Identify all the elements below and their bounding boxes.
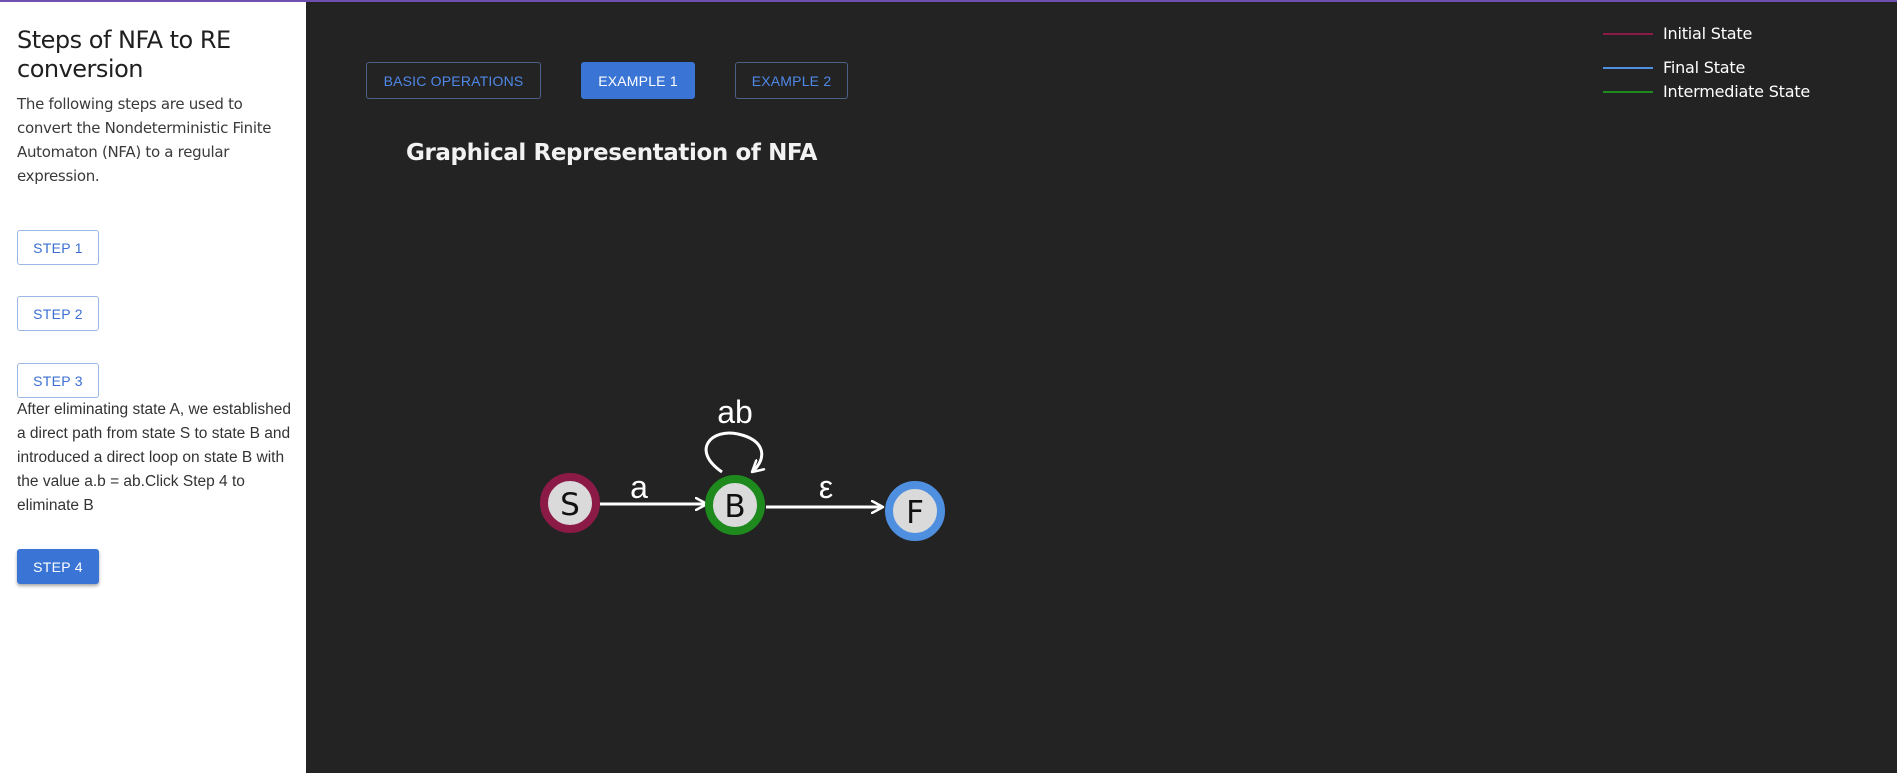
state-b-label: B — [724, 489, 745, 525]
state-f-label: F — [906, 495, 924, 531]
state-s-label: S — [560, 487, 580, 523]
transition-label-a: a — [630, 469, 648, 505]
transition-label-epsilon: ε — [819, 469, 833, 505]
transition-label-ab: ab — [717, 394, 753, 430]
nfa-graph: a ab ε S B F — [540, 394, 945, 541]
transition-b-self-loop — [704, 431, 762, 472]
